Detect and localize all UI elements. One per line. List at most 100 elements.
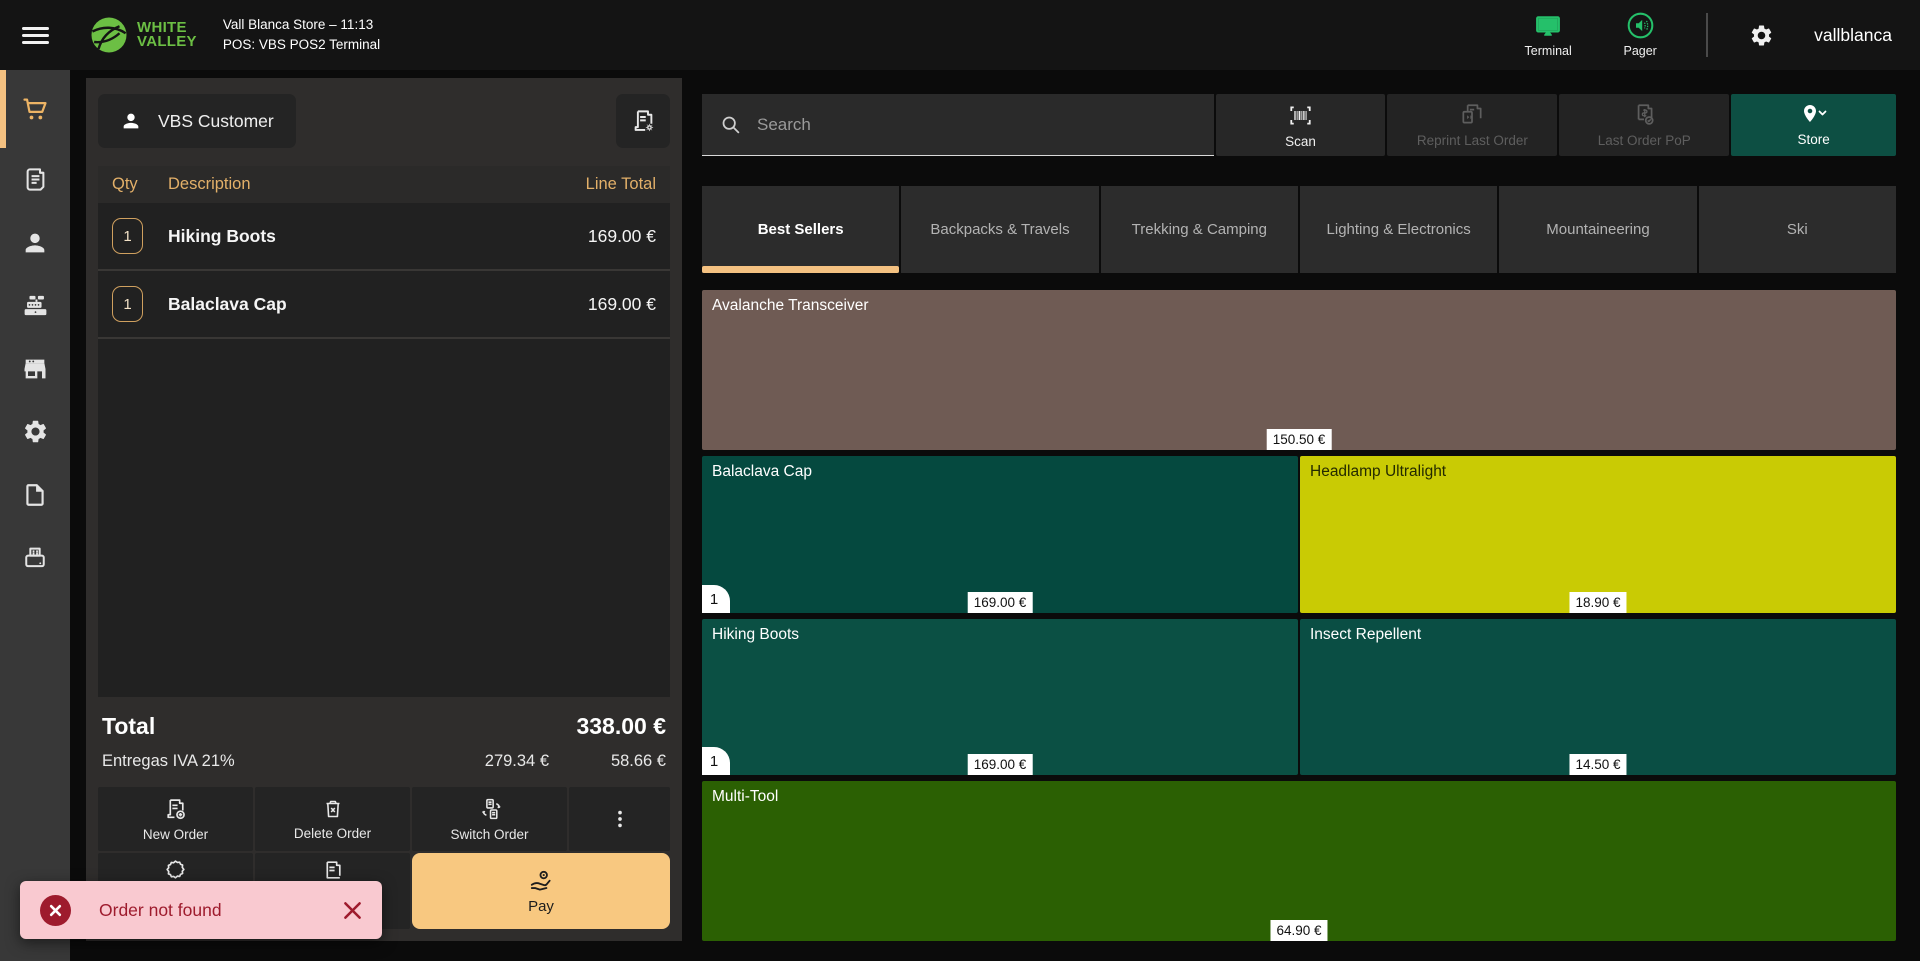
- store-name-time: Vall Blanca Store – 11:13: [223, 15, 380, 35]
- pay-label: Pay: [528, 898, 554, 915]
- toast-message: Order not found: [99, 900, 222, 921]
- product-tile-multi-tool[interactable]: Multi-Tool 64.90 €: [702, 781, 1896, 941]
- sidebar-item-shop[interactable]: [0, 337, 70, 400]
- search-icon: [720, 114, 741, 135]
- customers-icon: [21, 229, 49, 257]
- product-price: 14.50 €: [1569, 754, 1626, 775]
- col-qty: Qty: [112, 175, 168, 194]
- terminal-button[interactable]: Terminal: [1502, 13, 1594, 58]
- barcode-icon: [1287, 102, 1314, 129]
- store-label: Store: [1797, 132, 1829, 147]
- tab-backpacks-travels[interactable]: Backpacks & Travels: [901, 186, 1098, 273]
- toast-close-button[interactable]: [343, 901, 362, 920]
- line-total: 169.00 €: [588, 294, 656, 315]
- error-toast: Order not found: [20, 881, 382, 939]
- total-amount: 338.00 €: [576, 713, 666, 740]
- reprint-last-order-button[interactable]: Reprint Last Order: [1387, 94, 1557, 156]
- trash-x-icon: [321, 797, 345, 821]
- order-lines-header: Qty Description Line Total: [98, 166, 670, 203]
- line-description: Balaclava Cap: [168, 294, 588, 315]
- seal-badge-icon: [163, 858, 188, 883]
- sidebar-item-settings[interactable]: [0, 400, 70, 463]
- sidebar-item-register[interactable]: [0, 70, 70, 148]
- location-pin-chevron-icon: [1797, 103, 1831, 127]
- hand-coin-icon: [528, 868, 554, 894]
- hamburger-icon: [22, 23, 49, 48]
- product-name: Balaclava Cap: [712, 463, 812, 480]
- cart-icon: [21, 95, 49, 123]
- scan-button[interactable]: Scan: [1216, 94, 1386, 156]
- product-price: 150.50 €: [1267, 429, 1332, 450]
- line-qty-badge: 1: [112, 286, 143, 322]
- gear-icon: [1749, 23, 1774, 48]
- search-input[interactable]: [757, 115, 1196, 135]
- store-selector-button[interactable]: Store: [1731, 94, 1896, 156]
- product-qty-badge: 1: [702, 747, 730, 775]
- line-total: 169.00 €: [588, 226, 656, 247]
- tab-mountaineering[interactable]: Mountaineering: [1499, 186, 1696, 273]
- product-name: Headlamp Ultralight: [1310, 463, 1446, 480]
- product-name: Multi-Tool: [712, 788, 778, 805]
- sidebar-item-documents[interactable]: [0, 463, 70, 526]
- topbar-settings-button[interactable]: [1734, 23, 1788, 48]
- product-tile-headlamp-ultralight[interactable]: Headlamp Ultralight 18.90 €: [1300, 456, 1896, 613]
- sidebar-item-fiscal-printer[interactable]: [0, 526, 70, 589]
- receipt-reprint-icon: [1459, 102, 1485, 128]
- brand-logo-block: WHITE VALLEY: [88, 14, 197, 56]
- line-qty-badge: 1: [112, 218, 143, 254]
- sidebar-item-orders[interactable]: [0, 148, 70, 211]
- topbar: WHITE VALLEY Vall Blanca Store – 11:13 P…: [0, 0, 1920, 70]
- tab-best-sellers[interactable]: Best Sellers: [702, 186, 899, 273]
- pos-terminal-name: POS: VBS POS2 Terminal: [223, 35, 380, 55]
- topbar-divider: [1706, 13, 1708, 57]
- fiscal-printer-icon: [21, 544, 49, 572]
- settings-gear-icon: [22, 418, 49, 445]
- new-order-button[interactable]: New Order: [98, 787, 253, 851]
- pay-button[interactable]: Pay: [412, 853, 670, 929]
- sidebar: [0, 70, 70, 961]
- receipt-gear-icon: [630, 108, 657, 135]
- switch-order-button[interactable]: Switch Order: [412, 787, 567, 851]
- switch-order-label: Switch Order: [450, 827, 528, 842]
- search-box[interactable]: [702, 94, 1214, 156]
- username[interactable]: vallblanca: [1814, 25, 1892, 46]
- white-valley-logo-icon: [88, 14, 130, 56]
- tab-ski[interactable]: Ski: [1699, 186, 1896, 273]
- customer-name: VBS Customer: [158, 111, 274, 132]
- product-tile-hiking-boots[interactable]: Hiking Boots 1 169.00 €: [702, 619, 1298, 775]
- order-options-button[interactable]: [616, 94, 670, 148]
- new-order-label: New Order: [143, 827, 208, 842]
- catalog-controls: Scan Reprint Last Order Last Order PoP S…: [702, 94, 1896, 156]
- product-price: 169.00 €: [968, 754, 1033, 775]
- more-actions-button[interactable]: [569, 787, 670, 851]
- product-catalog: Scan Reprint Last Order Last Order PoP S…: [702, 78, 1896, 941]
- last-order-pop-button[interactable]: Last Order PoP: [1559, 94, 1729, 156]
- sidebar-item-cash-register[interactable]: [0, 274, 70, 337]
- cash-register-icon: [21, 291, 50, 320]
- order-line-row[interactable]: 1 Hiking Boots 169.00 €: [98, 203, 670, 271]
- menu-hamburger-button[interactable]: [0, 0, 70, 70]
- tab-trekking-camping[interactable]: Trekking & Camping: [1101, 186, 1298, 273]
- col-description: Description: [168, 175, 586, 194]
- product-tile-avalanche-transceiver[interactable]: Avalanche Transceiver 150.50 €: [702, 290, 1896, 450]
- col-line-total: Line Total: [586, 175, 656, 194]
- product-tile-insect-repellent[interactable]: Insect Repellent 14.50 €: [1300, 619, 1896, 775]
- order-line-row[interactable]: 1 Balaclava Cap 169.00 €: [98, 271, 670, 339]
- product-tile-balaclava-cap[interactable]: Balaclava Cap 1 169.00 €: [702, 456, 1298, 613]
- terminal-label: Terminal: [1525, 44, 1572, 58]
- tax-amount: 58.66 €: [549, 752, 666, 771]
- customer-button[interactable]: VBS Customer: [98, 94, 296, 148]
- product-name: Avalanche Transceiver: [712, 297, 869, 314]
- brand-name: WHITE VALLEY: [137, 21, 197, 49]
- total-label: Total: [102, 713, 155, 740]
- sidebar-item-customers[interactable]: [0, 211, 70, 274]
- tax-base-amount: 279.34 €: [379, 752, 549, 771]
- category-tabs: Best Sellers Backpacks & Travels Trekkin…: [702, 186, 1896, 273]
- product-qty-badge: 1: [702, 585, 730, 613]
- tax-label: Entregas IVA 21%: [102, 752, 379, 771]
- session-info: Vall Blanca Store – 11:13 POS: VBS POS2 …: [223, 15, 380, 55]
- delete-order-button[interactable]: Delete Order: [255, 787, 410, 851]
- order-lines-list: Qty Description Line Total 1 Hiking Boot…: [98, 166, 670, 697]
- tab-lighting-electronics[interactable]: Lighting & Electronics: [1300, 186, 1497, 273]
- pager-button[interactable]: Pager: [1594, 12, 1686, 58]
